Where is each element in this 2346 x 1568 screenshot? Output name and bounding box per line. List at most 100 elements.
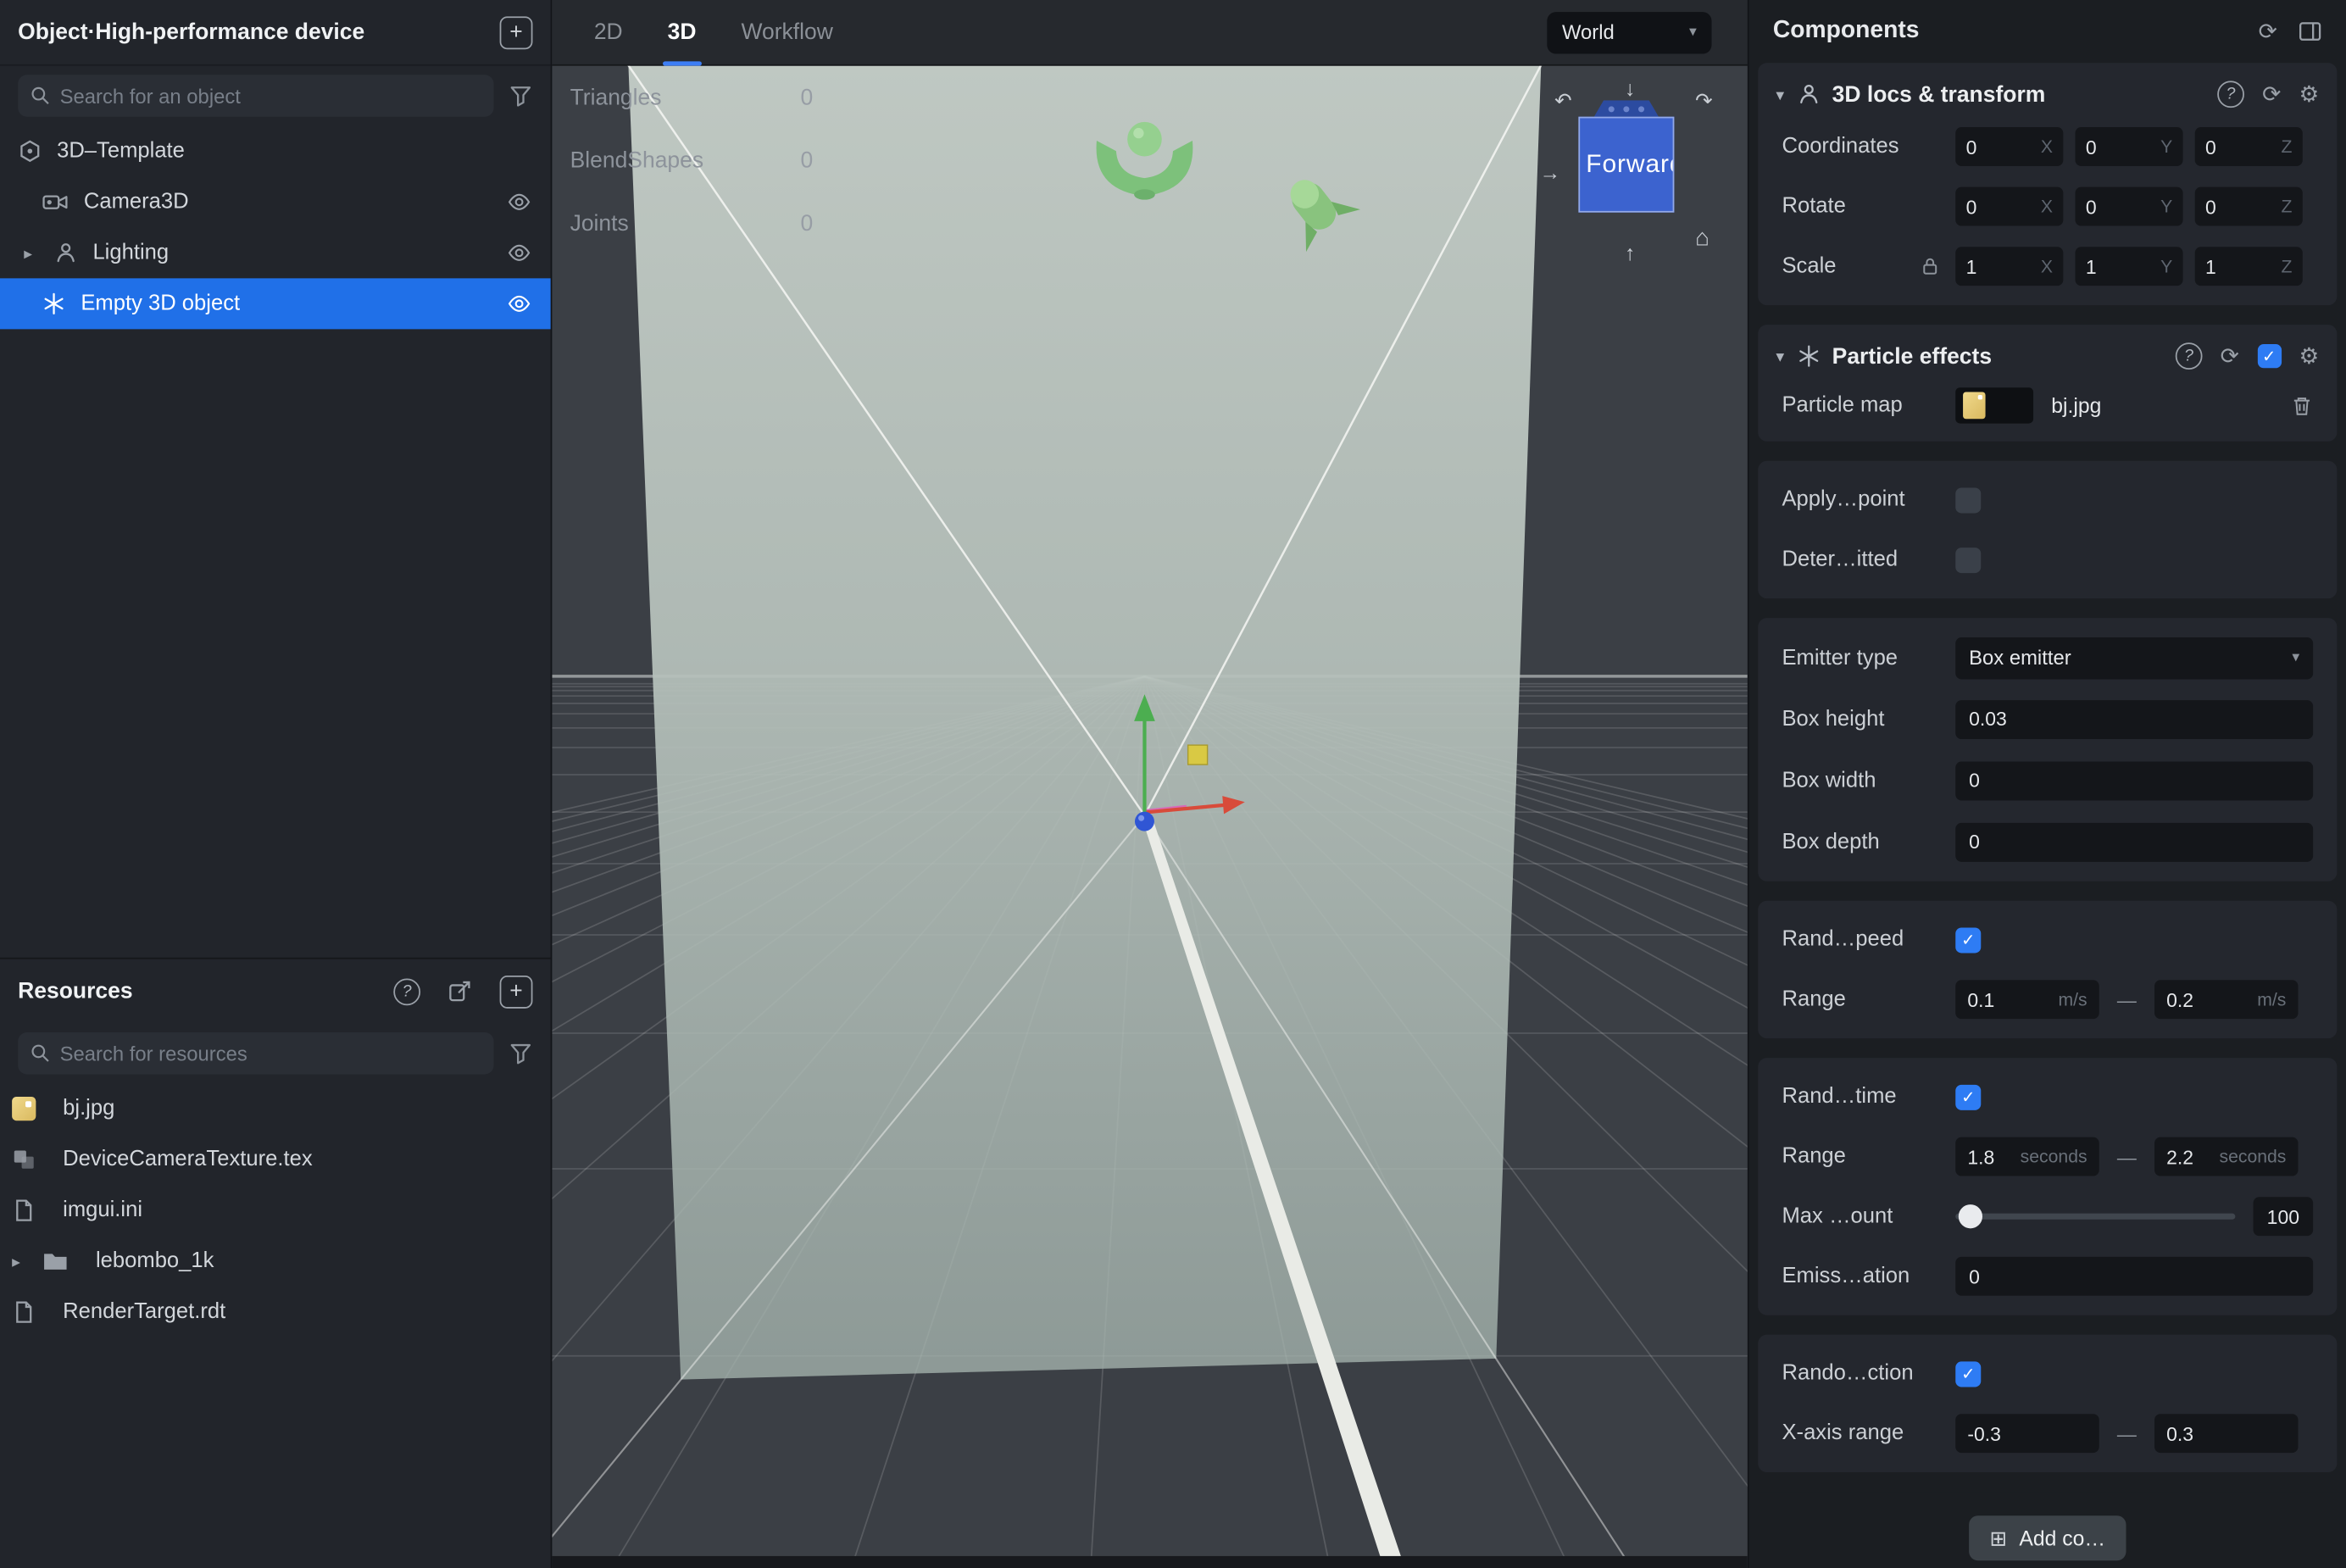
resources-search-box[interactable] (18, 1032, 493, 1074)
field-label: Rotate (1782, 194, 1845, 218)
slider-knob[interactable] (1959, 1204, 1982, 1228)
panel-layout-icon[interactable] (2299, 19, 2322, 43)
scene-canvas[interactable] (552, 66, 1747, 1568)
box-width-input[interactable]: 0 (1955, 761, 2313, 800)
tree-item-camera3d[interactable]: Camera3D (0, 176, 551, 227)
filter-icon[interactable] (509, 84, 532, 108)
apply-point-row: Apply…point (1758, 470, 2337, 530)
time-min-input[interactable]: 1.8seconds (1955, 1137, 2099, 1176)
random-time-checkbox[interactable]: ✓ (1955, 1084, 1981, 1109)
image-thumbnail (12, 1097, 36, 1120)
resource-item-rendertarget-rdt[interactable]: RenderTarget.rdt (0, 1287, 551, 1337)
tree-item-3d-template[interactable]: 3D–Template (0, 125, 551, 176)
rotate-up-icon[interactable]: ↑ (1625, 242, 1635, 264)
emitter-type-select[interactable]: Box emitter ▾ (1955, 637, 2313, 678)
rotate-x-input[interactable]: 0X (1955, 187, 2063, 226)
coordinates-z-input[interactable]: 0Z (2195, 127, 2303, 166)
reset-icon[interactable]: ⟳ (2221, 345, 2239, 367)
field-label: Coordinates (1782, 135, 1898, 158)
rotate-down-icon[interactable]: ↓ (1625, 78, 1635, 99)
filter-icon[interactable] (509, 1042, 532, 1065)
tree-item-label: Lighting (92, 241, 169, 264)
object-search-box[interactable] (18, 75, 493, 116)
view-cube-top-face[interactable] (1586, 100, 1666, 116)
view-cube[interactable]: ↓ ↶ ↷ → Forward ↑ ⌂ (1539, 78, 1737, 275)
resource-label: bj.jpg (63, 1097, 114, 1120)
box-height-input[interactable]: 0.03 (1955, 699, 2313, 738)
coordinates-y-input[interactable]: 0Y (2075, 127, 2182, 166)
import-icon[interactable] (448, 979, 473, 1004)
random-speed-checkbox[interactable]: ✓ (1955, 927, 1981, 953)
apply-point-checkbox[interactable] (1955, 487, 1981, 513)
eye-icon[interactable] (507, 190, 531, 214)
view-cube-front-face[interactable]: Forward (1578, 117, 1674, 213)
tab-2d[interactable]: 2D (594, 0, 623, 65)
chevron-down-icon[interactable]: ▾ (1776, 347, 1784, 366)
random-direction-checkbox[interactable]: ✓ (1955, 1361, 1981, 1387)
particle-map-thumbnail[interactable] (1955, 387, 2033, 423)
scale-x-input[interactable]: 1X (1955, 247, 2063, 286)
gear-icon[interactable]: ⚙ (2299, 83, 2319, 105)
add-object-button[interactable]: + (500, 16, 533, 49)
tree-item-empty-3d-object[interactable]: Empty 3D object (0, 278, 551, 329)
check-icon: ✓ (1961, 930, 1975, 949)
resource-item-lebombo-1k[interactable]: ▸ lebombo_1k (0, 1236, 551, 1287)
chevron-right-icon[interactable]: ▸ (24, 243, 39, 263)
rotate-z-input[interactable]: 0Z (2195, 187, 2303, 226)
x-axis-max-input[interactable]: 0.3 (2154, 1414, 2298, 1453)
tab-3d[interactable]: 3D (668, 0, 697, 65)
reset-icon[interactable]: ⟳ (2262, 83, 2281, 105)
gear-icon[interactable]: ⚙ (2299, 345, 2319, 367)
section-emitter: Emitter type Box emitter ▾ Box height 0.… (1758, 618, 2337, 881)
max-count-value[interactable]: 100 (2254, 1197, 2314, 1236)
box-depth-input[interactable]: 0 (1955, 822, 2313, 861)
time-max-input[interactable]: 2.2seconds (2154, 1137, 2298, 1176)
panel-spacer (0, 329, 551, 957)
help-icon[interactable]: ? (393, 978, 420, 1005)
trash-icon[interactable] (2291, 394, 2313, 416)
scale-z-input[interactable]: 1Z (2195, 247, 2303, 286)
section-transform-header[interactable]: ▾ 3D locs & transform ? ⟳ ⚙ (1758, 72, 2337, 117)
speed-max-input[interactable]: 0.2m/s (2154, 980, 2298, 1019)
determine-emitted-checkbox[interactable] (1955, 547, 1981, 572)
yellow-cube[interactable] (1188, 745, 1208, 765)
max-count-slider[interactable] (1955, 1204, 2235, 1228)
resource-item-bj-jpg[interactable]: bj.jpg (0, 1083, 551, 1134)
rotate-right-icon[interactable]: → (1539, 162, 1560, 183)
help-icon[interactable]: ? (2176, 342, 2203, 370)
rotate-ccw-icon[interactable]: ↶ (1554, 90, 1572, 111)
help-icon[interactable]: ? (2217, 81, 2244, 108)
rotate-cw-icon[interactable]: ↷ (1695, 90, 1713, 111)
range-separator: — (2117, 1422, 2137, 1444)
rotate-y-input[interactable]: 0Y (2075, 187, 2182, 226)
search-icon (30, 1043, 51, 1064)
tree-item-lighting[interactable]: ▸ Lighting (0, 227, 551, 278)
section-title: Particle effects (1832, 343, 1992, 369)
add-component-button[interactable]: ⊞ Add co… (1969, 1515, 2126, 1560)
resource-item-devicecameratexture[interactable]: DeviceCameraTexture.tex (0, 1134, 551, 1185)
viewport-3d[interactable]: Triangles0 BlendShapes0 Joints0 ↓ ↶ ↷ → … (552, 66, 1747, 1568)
speed-min-input[interactable]: 0.1m/s (1955, 980, 2099, 1019)
eye-icon[interactable] (507, 241, 531, 264)
tab-workflow[interactable]: Workflow (741, 0, 832, 65)
home-icon[interactable]: ⌂ (1695, 227, 1709, 251)
slider-track[interactable] (1955, 1214, 2235, 1220)
section-particle-header[interactable]: ▾ Particle effects ? ⟳ ✓ ⚙ (1758, 334, 2337, 379)
refresh-icon[interactable]: ⟳ (2259, 20, 2277, 42)
determine-emitted-row: Deter…itted (1758, 530, 2337, 590)
resources-search-input[interactable] (60, 1043, 482, 1065)
lock-icon[interactable] (1920, 256, 1941, 277)
chevron-down-icon: ▾ (1689, 24, 1697, 40)
world-selector[interactable]: World ▾ (1547, 11, 1711, 53)
eye-icon[interactable] (507, 292, 531, 315)
scale-y-input[interactable]: 1Y (2075, 247, 2182, 286)
coordinates-x-input[interactable]: 0X (1955, 127, 2063, 166)
chevron-down-icon[interactable]: ▾ (1776, 85, 1784, 104)
x-axis-min-input[interactable]: -0.3 (1955, 1414, 2099, 1453)
object-search-input[interactable] (60, 85, 482, 107)
chevron-right-icon[interactable]: ▸ (12, 1252, 27, 1271)
add-resource-button[interactable]: + (500, 975, 533, 1008)
particle-effects-enabled-checkbox[interactable]: ✓ (2257, 344, 2281, 368)
resource-item-imgui-ini[interactable]: imgui.ini (0, 1185, 551, 1236)
emission-input[interactable]: 0 (1955, 1257, 2313, 1296)
